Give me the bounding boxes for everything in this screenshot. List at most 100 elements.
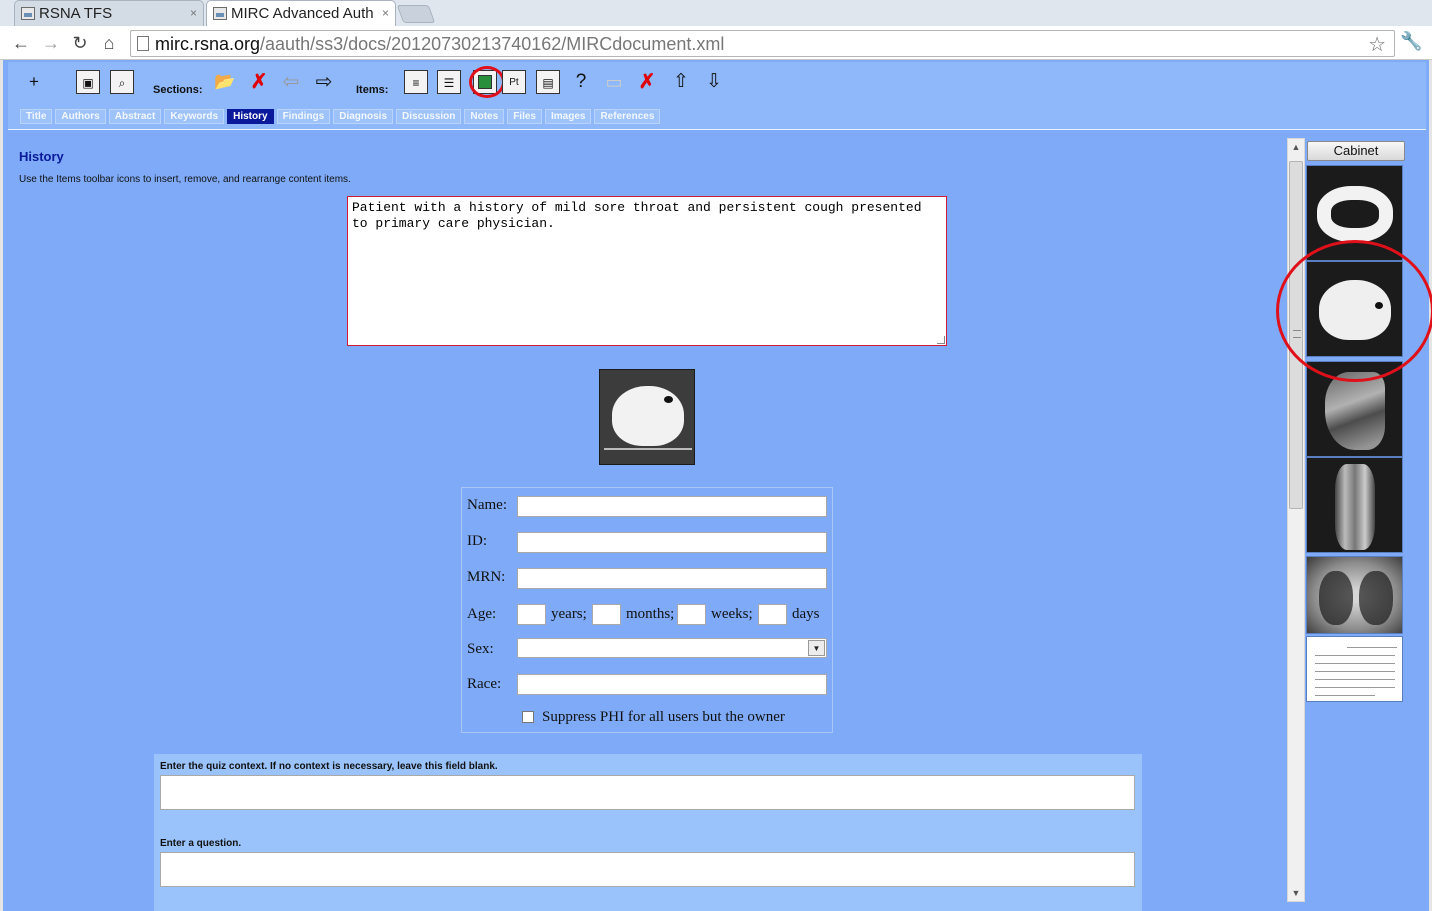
ct-body-shape — [612, 386, 684, 446]
browser-tab-mirc[interactable]: MIRC Advanced Auth × — [206, 0, 396, 27]
tab-authors[interactable]: Authors — [55, 109, 106, 124]
section-hint: Use the Items toolbar icons to insert, r… — [19, 174, 351, 185]
insert-table-icon[interactable]: ▤ — [536, 70, 560, 94]
quiz-question-textarea[interactable] — [160, 852, 1135, 887]
mrn-field[interactable] — [517, 568, 827, 589]
race-label: Race: — [467, 676, 502, 692]
quiz-context-textarea[interactable] — [160, 775, 1135, 810]
tab-findings[interactable]: Findings — [276, 109, 331, 124]
section-tabs: Title Authors Abstract Keywords History Findi… — [20, 106, 663, 124]
insert-patient-icon[interactable]: Pt — [502, 70, 526, 94]
scroll-up-icon[interactable]: ▲ — [1288, 139, 1304, 155]
days-label: days — [792, 606, 820, 622]
tab-discussion[interactable]: Discussion — [396, 109, 462, 124]
reload-icon[interactable]: ↻ — [69, 32, 91, 54]
years-label: years; — [551, 606, 587, 622]
home-icon[interactable]: ⌂ — [98, 32, 120, 54]
move-section-right-icon[interactable]: ⇨ — [312, 70, 336, 94]
delete-item-icon[interactable]: ✗ — [635, 70, 659, 94]
move-section-left-icon[interactable]: ⇦ — [279, 70, 303, 94]
id-label: ID: — [467, 533, 487, 549]
back-arrow-icon[interactable]: ← — [10, 32, 32, 54]
add-button[interactable]: + — [22, 70, 46, 94]
chevron-down-icon[interactable]: ▼ — [808, 640, 825, 656]
quiz-context-label: Enter the quiz context. If no context is… — [160, 761, 498, 772]
image-favicon-icon — [21, 7, 35, 20]
age-months-field[interactable] — [592, 604, 621, 625]
tab-notes[interactable]: Notes — [464, 109, 505, 124]
sex-label: Sex: — [467, 641, 494, 657]
preview-icon[interactable]: ⌕ — [110, 70, 134, 94]
browser-tab-bar: RSNA TFS × MIRC Advanced Auth × — [0, 0, 1432, 27]
suppress-phi-checkbox[interactable] — [522, 711, 534, 723]
open-section-icon[interactable]: 📂 — [213, 70, 237, 94]
address-bar[interactable]: mirc.rsna.org/aauth/ss3/docs/20120730213… — [130, 30, 1395, 57]
sections-label: Sections: — [153, 84, 203, 96]
quiz-block: Enter the quiz context. If no context is… — [154, 754, 1142, 911]
bookmark-star-icon[interactable]: ☆ — [1368, 32, 1386, 57]
author-toolbar: + ▣ ⌕ Sections: 📂 ✗ ⇦ ⇨ Items: ≡ ☰ Pt ▤ … — [8, 62, 1426, 130]
name-field[interactable] — [517, 496, 827, 517]
items-label: Items: — [356, 84, 389, 96]
patient-phi-panel: Name: ID: MRN: Age: years; months; weeks… — [461, 487, 833, 733]
months-label: months; — [626, 606, 675, 622]
move-item-down-icon[interactable]: ⇩ — [702, 70, 726, 94]
tab-history[interactable]: History — [227, 109, 274, 124]
name-label: Name: — [467, 497, 507, 513]
ct-image-item[interactable] — [599, 369, 695, 465]
page-title: History — [19, 149, 64, 164]
tab-abstract[interactable]: Abstract — [108, 109, 162, 124]
url-text: mirc.rsna.org/aauth/ss3/docs/20120730213… — [155, 34, 725, 54]
tab-title[interactable]: Title — [20, 109, 53, 124]
tab-keywords[interactable]: Keywords — [164, 109, 225, 124]
race-field[interactable] — [517, 674, 827, 695]
annotation-circle — [469, 66, 505, 98]
delete-section-icon[interactable]: ✗ — [247, 70, 271, 94]
knee-mri-shape — [1325, 372, 1385, 450]
ankle-mri-shape — [1335, 464, 1375, 550]
weeks-label: weeks; — [711, 606, 753, 622]
age-years-field[interactable] — [517, 604, 546, 625]
insert-comment-icon[interactable]: ▭ — [602, 70, 626, 94]
sex-select[interactable]: ▼ — [517, 638, 827, 658]
scroll-down-icon[interactable]: ▼ — [1288, 885, 1304, 901]
cabinet-thumbnail[interactable] — [1306, 457, 1403, 553]
tab-title: MIRC Advanced Auth — [231, 5, 374, 22]
new-tab-button[interactable] — [396, 5, 436, 23]
suppress-phi-label: Suppress PHI for all users but the owner — [542, 709, 785, 725]
annotation-circle — [1276, 240, 1432, 382]
forward-arrow-icon[interactable]: → — [40, 32, 62, 54]
page-icon — [137, 36, 149, 51]
ct-table-shape — [604, 448, 692, 454]
move-item-up-icon[interactable]: ⇧ — [669, 70, 693, 94]
tab-diagnosis[interactable]: Diagnosis — [333, 109, 394, 124]
wrench-icon[interactable]: 🔧 — [1400, 31, 1422, 52]
tab-references[interactable]: References — [594, 109, 661, 124]
age-label: Age: — [467, 606, 497, 622]
age-weeks-field[interactable] — [677, 604, 706, 625]
browser-tab-rsna-tfs[interactable]: RSNA TFS × — [14, 0, 204, 26]
right-lung-shape — [1359, 571, 1393, 625]
save-icon[interactable]: ▣ — [76, 70, 100, 94]
cabinet-thumbnail[interactable] — [1306, 636, 1403, 702]
mrn-label: MRN: — [467, 569, 506, 585]
tab-files[interactable]: Files — [507, 109, 542, 124]
tab-title: RSNA TFS — [39, 5, 113, 22]
age-days-field[interactable] — [758, 604, 787, 625]
insert-quiz-icon[interactable]: ? — [569, 70, 593, 94]
mirc-author-app: + ▣ ⌕ Sections: 📂 ✗ ⇦ ⇨ Items: ≡ ☰ Pt ▤ … — [0, 60, 1432, 911]
close-icon[interactable]: × — [382, 6, 389, 20]
id-field[interactable] — [517, 532, 827, 553]
insert-text-block-icon[interactable]: ☰ — [437, 70, 461, 94]
cabinet-thumbnail[interactable] — [1306, 556, 1403, 634]
cabinet-button[interactable]: Cabinet — [1307, 141, 1405, 161]
left-lung-shape — [1319, 571, 1353, 625]
editor-scrollbar[interactable]: ▲ ▼ — [1287, 138, 1305, 902]
insert-paragraph-icon[interactable]: ≡ — [404, 70, 428, 94]
close-icon[interactable]: × — [190, 6, 197, 20]
ct-chest-shape — [1317, 186, 1393, 242]
tab-images[interactable]: Images — [544, 109, 592, 124]
quiz-question-label: Enter a question. — [160, 838, 242, 849]
image-favicon-icon — [213, 7, 227, 20]
history-textarea[interactable]: Patient with a history of mild sore thro… — [347, 196, 947, 346]
